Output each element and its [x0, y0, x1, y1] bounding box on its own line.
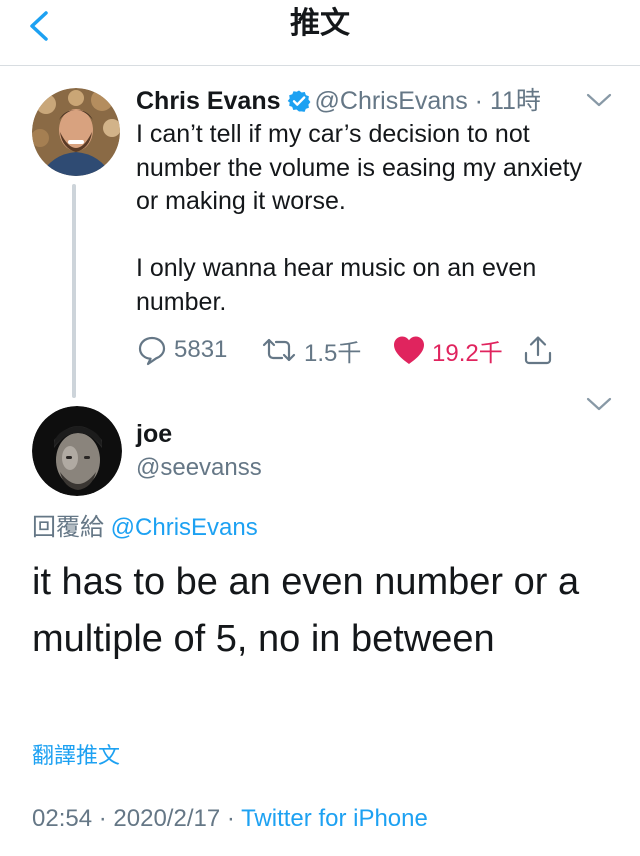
tweet-header: Chris Evans @ChrisEvans · 11時	[136, 85, 541, 117]
verified-badge-icon	[287, 90, 310, 112]
reply-count: 5831	[174, 336, 228, 363]
translate-tweet-link[interactable]: 翻譯推文	[32, 740, 120, 772]
heart-icon	[394, 336, 424, 364]
retweet-count: 1.5千	[304, 339, 362, 367]
user-handle[interactable]: @seevanss	[136, 452, 262, 484]
avatar[interactable]	[32, 88, 120, 176]
share-button[interactable]	[522, 332, 554, 368]
separator-dot: ·	[474, 87, 483, 115]
tweet-paragraph: I only wanna hear music on an even numbe…	[136, 254, 537, 316]
separator-dot: ·	[98, 805, 107, 832]
reply-icon	[138, 336, 166, 366]
thread-line	[72, 184, 76, 398]
tweet-date: 2020/2/17	[113, 805, 221, 832]
tweet-metadata: 02:54 · 2020/2/17 · Twitter for iPhone	[32, 802, 428, 836]
display-name[interactable]: joe	[136, 418, 172, 450]
tweet-time: 02:54	[32, 805, 93, 832]
chevron-down-icon[interactable]	[584, 90, 614, 110]
tweet-source-link[interactable]: Twitter for iPhone	[241, 805, 428, 832]
reply-button[interactable]: 5831	[136, 332, 227, 368]
like-count: 19.2千	[432, 339, 503, 367]
like-button[interactable]: 19.2千	[392, 332, 503, 368]
display-name[interactable]: Chris Evans	[136, 87, 281, 115]
page-title: 推文	[290, 7, 350, 40]
replying-to: 回覆給 @ChrisEvans	[32, 512, 258, 544]
replying-to-label: 回覆給	[32, 514, 104, 541]
tweet-time: 11時	[489, 87, 541, 115]
tweet-paragraph: I can’t tell if my car’s decision to not…	[136, 120, 583, 215]
avatar[interactable]	[32, 406, 122, 496]
reply-tweet-text: it has to be an even number or a multipl…	[32, 561, 580, 660]
user-handle[interactable]: @ChrisEvans	[315, 87, 468, 115]
chevron-down-icon[interactable]	[584, 394, 614, 414]
retweet-icon	[262, 338, 296, 362]
mention-link[interactable]: @ChrisEvans	[111, 514, 258, 541]
tweet-text: I can’t tell if my car’s decision to not…	[136, 118, 606, 319]
retweet-button[interactable]: 1.5千	[260, 332, 361, 368]
top-nav-bar: 推文	[0, 0, 640, 66]
share-icon	[524, 336, 552, 365]
separator-dot: ·	[226, 805, 235, 832]
